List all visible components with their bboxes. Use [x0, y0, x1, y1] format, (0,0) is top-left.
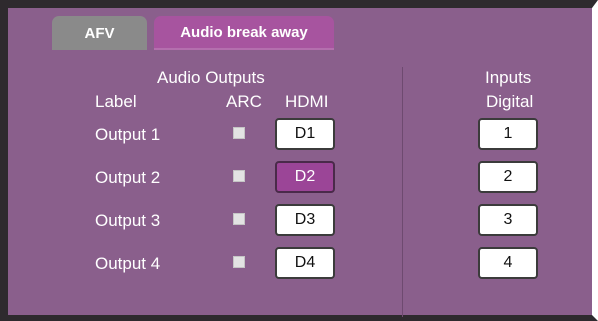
- label-column-header: Label: [95, 92, 137, 111]
- hdmi-button-d1[interactable]: D1: [275, 118, 335, 150]
- audio-outputs-title: Audio Outputs: [157, 68, 265, 87]
- hdmi-column-header: HDMI: [285, 92, 329, 111]
- tab-audio-break-away[interactable]: Audio break away: [154, 16, 334, 50]
- input-button-2[interactable]: 2: [478, 161, 538, 193]
- arc-checkbox-output-1[interactable]: [233, 127, 245, 139]
- output-2-label: Output 2: [95, 168, 161, 187]
- hdmi-button-d2[interactable]: D2: [275, 161, 335, 193]
- input-button-1[interactable]: 1: [478, 118, 538, 150]
- output-3-label: Output 3: [95, 211, 161, 230]
- output-4-label: Output 4: [95, 254, 161, 273]
- tab-afv[interactable]: AFV: [52, 16, 147, 50]
- inputs-title: Inputs: [485, 68, 532, 87]
- arc-checkbox-output-2[interactable]: [233, 170, 245, 182]
- input-button-4[interactable]: 4: [478, 247, 538, 279]
- panel-divider: [402, 67, 403, 317]
- arc-checkbox-output-3[interactable]: [233, 213, 245, 225]
- arc-checkbox-output-4[interactable]: [233, 256, 245, 268]
- digital-inputs-subtitle: Digital: [486, 92, 534, 111]
- hdmi-button-d3[interactable]: D3: [275, 204, 335, 236]
- output-1-label: Output 1: [95, 125, 161, 144]
- hdmi-button-d4[interactable]: D4: [275, 247, 335, 279]
- input-button-3[interactable]: 3: [478, 204, 538, 236]
- arc-column-header: ARC: [226, 92, 262, 111]
